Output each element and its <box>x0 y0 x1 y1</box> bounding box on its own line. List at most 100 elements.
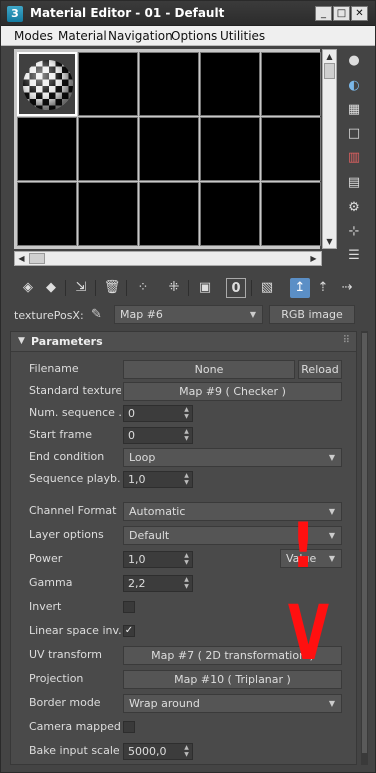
spinner-arrows-icon[interactable]: ▲ ▼ <box>182 406 191 420</box>
spinner-arrows-icon[interactable]: ▲ ▼ <box>182 576 191 590</box>
invert-label: Invert <box>29 600 62 613</box>
reset-map-icon[interactable]: 🗑 <box>102 278 122 298</box>
chevron-down-icon: ▼ <box>328 453 335 462</box>
sample-type-sphere-icon[interactable]: ● <box>343 50 365 71</box>
eyedropper-icon[interactable]: ✎ <box>91 307 102 322</box>
scroll-down-icon[interactable]: ▼ <box>324 236 335 247</box>
sample-slot[interactable] <box>17 182 77 246</box>
menu-options[interactable]: Options <box>171 29 217 43</box>
standard-texture-button[interactable]: Map #9 ( Checker ) <box>123 382 342 401</box>
spinner-value: 5000,0 <box>128 745 167 758</box>
toolbar-separator <box>95 280 96 296</box>
checker-sphere-icon <box>23 60 73 110</box>
menu-modes[interactable]: Modes <box>14 29 53 43</box>
bake-input-scale-spinner[interactable]: 5000,0 ▲ ▼ <box>123 743 193 760</box>
projection-label: Projection <box>29 672 84 685</box>
backlight-icon[interactable]: ◐ <box>343 75 365 96</box>
num-sequence-spinner[interactable]: 0 ▲ ▼ <box>123 405 193 422</box>
num-sequence-label: Num. sequence ... <box>29 406 121 419</box>
spinner-arrows-icon[interactable]: ▲ ▼ <box>182 428 191 442</box>
camera-mapped-checkbox[interactable] <box>123 721 135 733</box>
gamma-spinner[interactable]: 2,2 ▲ ▼ <box>123 575 193 592</box>
scroll-left-icon[interactable]: ◀ <box>16 253 27 264</box>
sample-slot[interactable] <box>139 52 199 116</box>
scroll-right-icon[interactable]: ▶ <box>308 253 319 264</box>
make-unique-icon[interactable]: ⁘ <box>133 278 153 298</box>
scroll-thumb[interactable] <box>29 253 45 264</box>
put-to-scene-icon[interactable]: ◆ <box>41 278 61 298</box>
spinner-arrows-icon[interactable]: ▲ ▼ <box>182 472 191 486</box>
sample-slot[interactable] <box>17 52 77 116</box>
sample-slot[interactable] <box>200 117 260 181</box>
title-bar[interactable]: 3 Material Editor - 01 - Default _ □ ✕ <box>1 1 375 26</box>
minimize-button[interactable]: _ <box>315 6 332 21</box>
parameters-scrollbar[interactable] <box>361 331 368 765</box>
sample-uv-tiling-icon[interactable]: □ <box>343 123 365 144</box>
camera-mapped-label: Camera mapped <box>29 720 121 733</box>
app-icon: 3 <box>7 6 23 22</box>
sample-slot[interactable] <box>200 52 260 116</box>
options-icon[interactable]: ⚙ <box>343 197 365 218</box>
video-color-check-icon[interactable]: ▥ <box>343 147 365 168</box>
end-condition-label: End condition <box>29 450 105 463</box>
show-shaded-in-viewport-icon[interactable]: ▧ <box>257 278 277 298</box>
collapse-arrow-icon[interactable]: ▼ <box>18 336 25 346</box>
grip-icon: ⠿ <box>342 335 350 346</box>
sequence-playback-spinner[interactable]: 1,0 ▲ ▼ <box>123 471 193 488</box>
end-condition-dropdown[interactable]: Loop ▼ <box>123 448 342 467</box>
material-map-navigator-icon[interactable]: ☰ <box>343 245 365 266</box>
rollout-title: Parameters <box>31 335 103 348</box>
material-toolbar: ◈ ◆ ⇲ 🗑 ⁘ ⁜ ▣ 0 ▧ ↥ ⇡ ⇢ <box>1 275 375 301</box>
reload-button[interactable]: Reload <box>298 360 342 379</box>
show-end-result-icon[interactable]: ↥ <box>290 278 310 298</box>
close-button[interactable]: ✕ <box>351 6 368 21</box>
sample-slot[interactable] <box>261 52 321 116</box>
select-by-material-icon[interactable]: ⊹ <box>343 221 365 242</box>
spinner-arrows-icon[interactable]: ▲ ▼ <box>182 744 191 758</box>
map-type-button[interactable]: RGB image <box>269 305 355 324</box>
dropdown-value: Wrap around <box>129 697 200 710</box>
rollout-header[interactable]: ▼ Parameters ⠿ <box>11 332 356 352</box>
scroll-thumb[interactable] <box>362 333 367 753</box>
go-forward-to-sibling-icon[interactable]: ⇢ <box>337 278 357 298</box>
sample-slot[interactable] <box>17 117 77 181</box>
scroll-thumb[interactable] <box>324 63 335 79</box>
make-preview-icon[interactable]: ▤ <box>343 172 365 193</box>
toolbar-separator <box>251 280 252 296</box>
chevron-down-icon: ▼ <box>328 699 335 708</box>
maximize-button[interactable]: □ <box>333 6 350 21</box>
get-material-icon[interactable]: ◈ <box>18 278 38 298</box>
sample-slot[interactable] <box>200 182 260 246</box>
dropdown-value: Loop <box>129 451 156 464</box>
put-to-library-icon[interactable]: ⁜ <box>164 278 184 298</box>
start-frame-spinner[interactable]: 0 ▲ ▼ <box>123 427 193 444</box>
slots-vertical-scrollbar[interactable]: ▲ ▼ <box>322 49 337 249</box>
sample-slot[interactable] <box>78 117 138 181</box>
standard-texture-label: Standard texture <box>29 384 121 397</box>
map-name-dropdown[interactable]: Map #6 ▼ <box>114 305 263 324</box>
menu-navigation[interactable]: Navigation <box>108 29 173 43</box>
assign-to-selection-icon[interactable]: ⇲ <box>71 278 91 298</box>
invert-checkbox[interactable] <box>123 601 135 613</box>
power-spinner[interactable]: 1,0 ▲ ▼ <box>123 551 193 568</box>
sample-slot[interactable] <box>261 117 321 181</box>
menu-utilities[interactable]: Utilities <box>220 29 265 43</box>
dropdown-value: Automatic <box>129 505 186 518</box>
save-icon[interactable]: ▣ <box>195 278 215 298</box>
sample-slot[interactable] <box>78 182 138 246</box>
filename-button[interactable]: None <box>123 360 295 379</box>
material-id-channel-icon[interactable]: 0 <box>226 278 246 298</box>
sample-slot[interactable] <box>139 182 199 246</box>
border-mode-dropdown[interactable]: Wrap around ▼ <box>123 694 342 713</box>
sample-slot[interactable] <box>261 182 321 246</box>
go-to-parent-icon[interactable]: ⇡ <box>313 278 333 298</box>
spinner-arrows-icon[interactable]: ▲ ▼ <box>182 552 191 566</box>
chevron-down-icon: ▼ <box>249 310 256 319</box>
sample-slot[interactable] <box>139 117 199 181</box>
menu-material[interactable]: Material <box>58 29 107 43</box>
scroll-up-icon[interactable]: ▲ <box>324 51 335 62</box>
linear-space-checkbox[interactable]: ✓ <box>123 625 135 637</box>
sample-slot[interactable] <box>78 52 138 116</box>
slots-horizontal-scrollbar[interactable]: ◀ ▶ <box>14 251 322 266</box>
background-checker-icon[interactable]: ▦ <box>343 99 365 120</box>
